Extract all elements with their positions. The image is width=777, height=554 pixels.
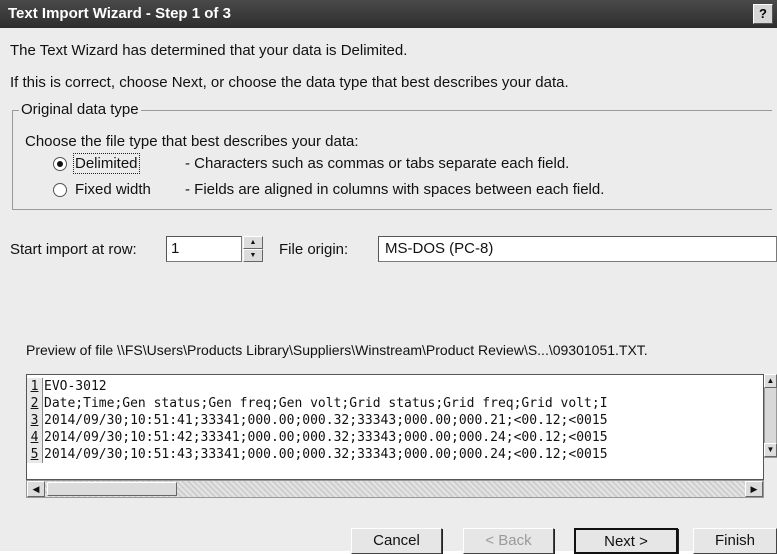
line-number: 1 — [27, 378, 43, 395]
fixed-width-option[interactable]: Fixed width - Fields are aligned in colu… — [53, 181, 604, 198]
scroll-up-icon[interactable]: ▲ — [764, 374, 777, 388]
start-row-label: Start import at row: — [10, 241, 137, 258]
help-button[interactable]: ? — [753, 4, 773, 24]
scroll-right-icon[interactable]: ▶ — [745, 481, 763, 497]
start-row-input[interactable]: 1 — [166, 236, 242, 262]
delimited-radio[interactable] — [53, 156, 67, 171]
dialog-title: Text Import Wizard - Step 1 of 3 — [8, 5, 231, 22]
title-bar: Text Import Wizard - Step 1 of 3 ? — [0, 0, 777, 28]
fixed-width-radio[interactable] — [53, 182, 67, 197]
preview-line: 1 EVO-3012 — [27, 378, 749, 395]
intro-line-1: The Text Wizard has determined that your… — [10, 42, 408, 59]
group-legend: Original data type — [19, 101, 141, 118]
line-text: Date;Time;Gen status;Gen freq;Gen volt;G… — [44, 396, 608, 411]
preview-pane[interactable]: 1 EVO-3012 2 Date;Time;Gen status;Gen freq… — [26, 374, 764, 480]
delimited-label[interactable]: Delimited — [73, 153, 140, 174]
preview-line: 5 2014/09/30;10:51:43;33341;000.00;000.32… — [27, 446, 749, 463]
next-button[interactable]: Next > — [574, 528, 678, 554]
preview-horizontal-scrollbar[interactable]: ◀ ▶ — [26, 480, 764, 498]
original-data-type-group: Original data type Choose the file type … — [12, 101, 772, 210]
line-text: 2014/09/30;10:51:43;33341;000.00;000.32;… — [44, 447, 608, 462]
preview-line: 4 2014/09/30;10:51:42;33341;000.00;000.32… — [27, 429, 749, 446]
line-number: 2 — [27, 395, 43, 412]
fixed-width-description: - Fields are aligned in columns with spa… — [185, 181, 605, 198]
line-text: 2014/09/30;10:51:41;33341;000.00;000.32;… — [44, 413, 608, 428]
finish-button[interactable]: Finish — [693, 528, 777, 554]
horizontal-scroll-thumb[interactable] — [47, 482, 177, 496]
intro-line-2: If this is correct, choose Next, or choo… — [10, 74, 569, 91]
spin-down-icon[interactable]: ▼ — [243, 249, 263, 262]
file-origin-select[interactable]: MS-DOS (PC-8) — [378, 236, 777, 262]
file-origin-label: File origin: — [279, 241, 349, 258]
delimited-option[interactable]: Delimited - Characters such as commas or… — [53, 153, 570, 174]
delimited-description: - Characters such as commas or tabs sepa… — [185, 155, 570, 172]
scroll-down-icon[interactable]: ▼ — [764, 443, 777, 457]
back-button[interactable]: < Back — [463, 528, 554, 554]
preview-line: 3 2014/09/30;10:51:41;33341;000.00;000.32… — [27, 412, 749, 429]
preview-vertical-scrollbar[interactable]: ▲ ▼ — [764, 374, 777, 458]
cancel-button[interactable]: Cancel — [351, 528, 442, 554]
line-number: 5 — [27, 446, 43, 463]
text-import-wizard-dialog: Text Import Wizard - Step 1 of 3 ? The T… — [0, 0, 777, 554]
line-number: 4 — [27, 429, 43, 446]
group-prompt: Choose the file type that best describes… — [25, 133, 359, 150]
line-number: 3 — [27, 412, 43, 429]
line-text: EVO-3012 — [44, 379, 107, 394]
preview-line: 2 Date;Time;Gen status;Gen freq;Gen volt;… — [27, 395, 749, 412]
start-row-spinner[interactable]: ▲ ▼ — [243, 236, 263, 262]
spin-up-icon[interactable]: ▲ — [243, 236, 263, 249]
scroll-left-icon[interactable]: ◀ — [27, 481, 45, 497]
preview-label: Preview of file \\FS\Users\Products Libr… — [26, 342, 648, 358]
line-text: 2014/09/30;10:51:42;33341;000.00;000.32;… — [44, 430, 608, 445]
fixed-width-label[interactable]: Fixed width — [75, 181, 167, 198]
